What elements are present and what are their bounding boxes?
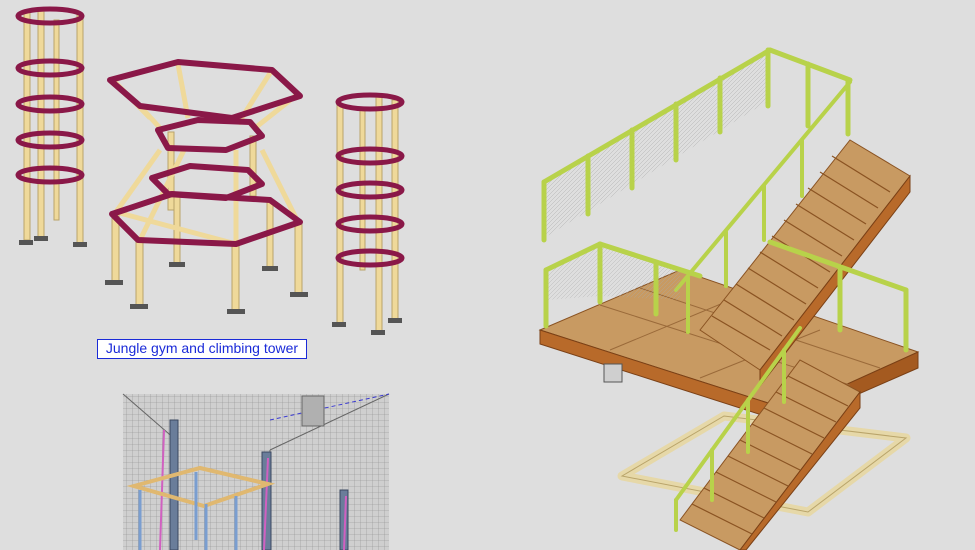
model-canvas <box>15 6 920 550</box>
caption-label: Jungle gym and climbing tower <box>97 339 307 359</box>
jungle-gym-model <box>105 59 308 314</box>
tall-ring-tower-model <box>15 6 87 247</box>
stair-model <box>538 47 920 550</box>
climbing-tower-model <box>332 92 405 335</box>
mesh-detail-model <box>122 393 390 550</box>
